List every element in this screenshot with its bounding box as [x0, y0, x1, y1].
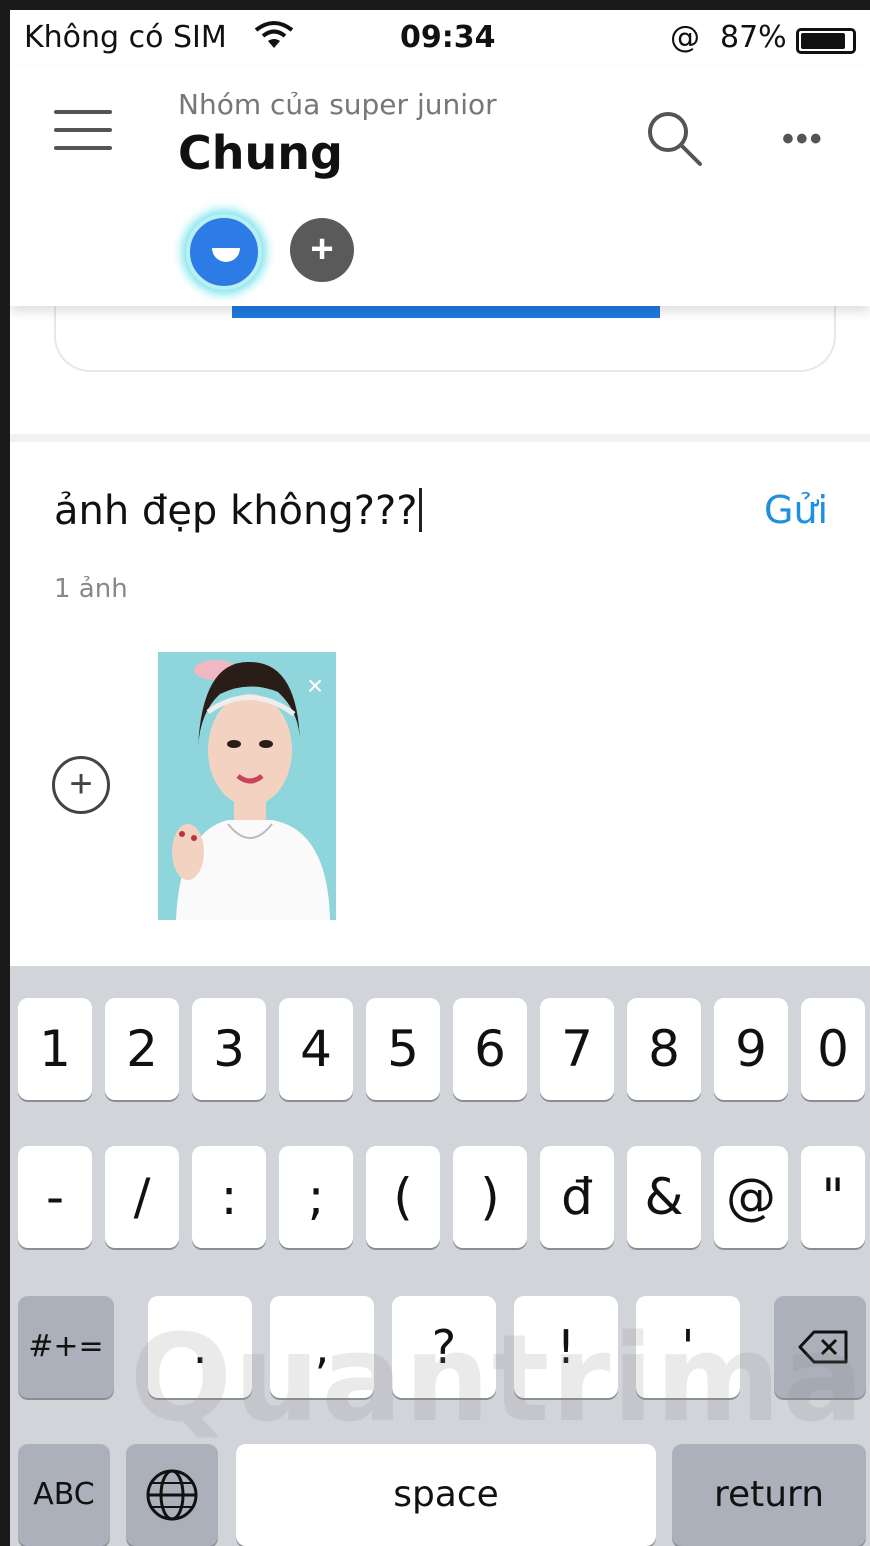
key-hyphen[interactable]: -	[18, 1146, 92, 1248]
battery-percent: 87%	[720, 20, 787, 55]
hamburger-menu-icon[interactable]	[54, 110, 112, 154]
return-key[interactable]: return	[672, 1444, 866, 1546]
battery-icon	[796, 28, 856, 54]
alarm-icon: @	[670, 20, 700, 55]
key-semicolon[interactable]: ;	[279, 1146, 353, 1248]
clock: 09:34	[400, 20, 496, 55]
key-2[interactable]: 2	[105, 998, 179, 1100]
key-6[interactable]: 6	[453, 998, 527, 1100]
app-screen: Không có SIM 09:34 @ 87% Nhóm của super …	[0, 0, 870, 1546]
key-abc[interactable]: ABC	[18, 1444, 110, 1546]
key-slash[interactable]: /	[105, 1146, 179, 1248]
key-close-paren[interactable]: )	[453, 1146, 527, 1248]
key-comma[interactable]: ,	[270, 1296, 374, 1398]
text-caret	[419, 488, 423, 532]
key-more-symbols[interactable]: #+=	[18, 1296, 114, 1398]
key-at[interactable]: @	[714, 1146, 788, 1248]
divider	[10, 434, 870, 442]
key-exclamation[interactable]: !	[514, 1296, 618, 1398]
key-5[interactable]: 5	[366, 998, 440, 1100]
globe-icon	[146, 1469, 198, 1521]
key-period[interactable]: .	[148, 1296, 252, 1398]
message-text: ảnh đẹp không???	[54, 488, 418, 534]
key-question[interactable]: ?	[392, 1296, 496, 1398]
remove-photo-icon[interactable]: ×	[300, 672, 330, 702]
key-1[interactable]: 1	[18, 998, 92, 1100]
space-key[interactable]: space	[236, 1444, 656, 1546]
chat-header: Nhóm của super junior Chung ••• +	[10, 66, 870, 306]
more-options-icon[interactable]: •••	[782, 120, 824, 159]
key-4[interactable]: 4	[279, 998, 353, 1100]
channel-title: Chung	[178, 126, 343, 180]
key-apostrophe[interactable]: '	[636, 1296, 740, 1398]
status-bar: Không có SIM 09:34 @ 87%	[10, 10, 870, 66]
add-member-button[interactable]: +	[290, 218, 354, 282]
key-0[interactable]: 0	[801, 998, 865, 1100]
message-input[interactable]: ảnh đẹp không???	[54, 488, 423, 534]
carrier-label: Không có SIM	[24, 20, 227, 55]
key-d-stroke[interactable]: đ	[540, 1146, 614, 1248]
key-open-paren[interactable]: (	[366, 1146, 440, 1248]
photo-count: 1 ảnh	[54, 574, 128, 604]
backspace-icon	[798, 1330, 848, 1364]
key-quote[interactable]: "	[801, 1146, 865, 1248]
key-3[interactable]: 3	[192, 998, 266, 1100]
on-screen-keyboard: 1 2 3 4 5 6 7 8 9 0 - / : ; ( ) đ & @ " …	[10, 966, 870, 1546]
backspace-key[interactable]	[774, 1296, 866, 1398]
key-ampersand[interactable]: &	[627, 1146, 701, 1248]
send-button[interactable]: Gửi	[764, 488, 828, 532]
key-9[interactable]: 9	[714, 998, 788, 1100]
add-photo-button[interactable]: +	[52, 756, 110, 814]
search-icon[interactable]	[640, 104, 710, 174]
group-name: Nhóm của super junior	[178, 88, 497, 121]
key-colon[interactable]: :	[192, 1146, 266, 1248]
globe-key[interactable]	[126, 1444, 218, 1546]
wifi-icon	[254, 21, 294, 48]
avatar[interactable]	[186, 214, 262, 290]
key-8[interactable]: 8	[627, 998, 701, 1100]
previous-post-button[interactable]	[232, 306, 660, 318]
key-7[interactable]: 7	[540, 998, 614, 1100]
